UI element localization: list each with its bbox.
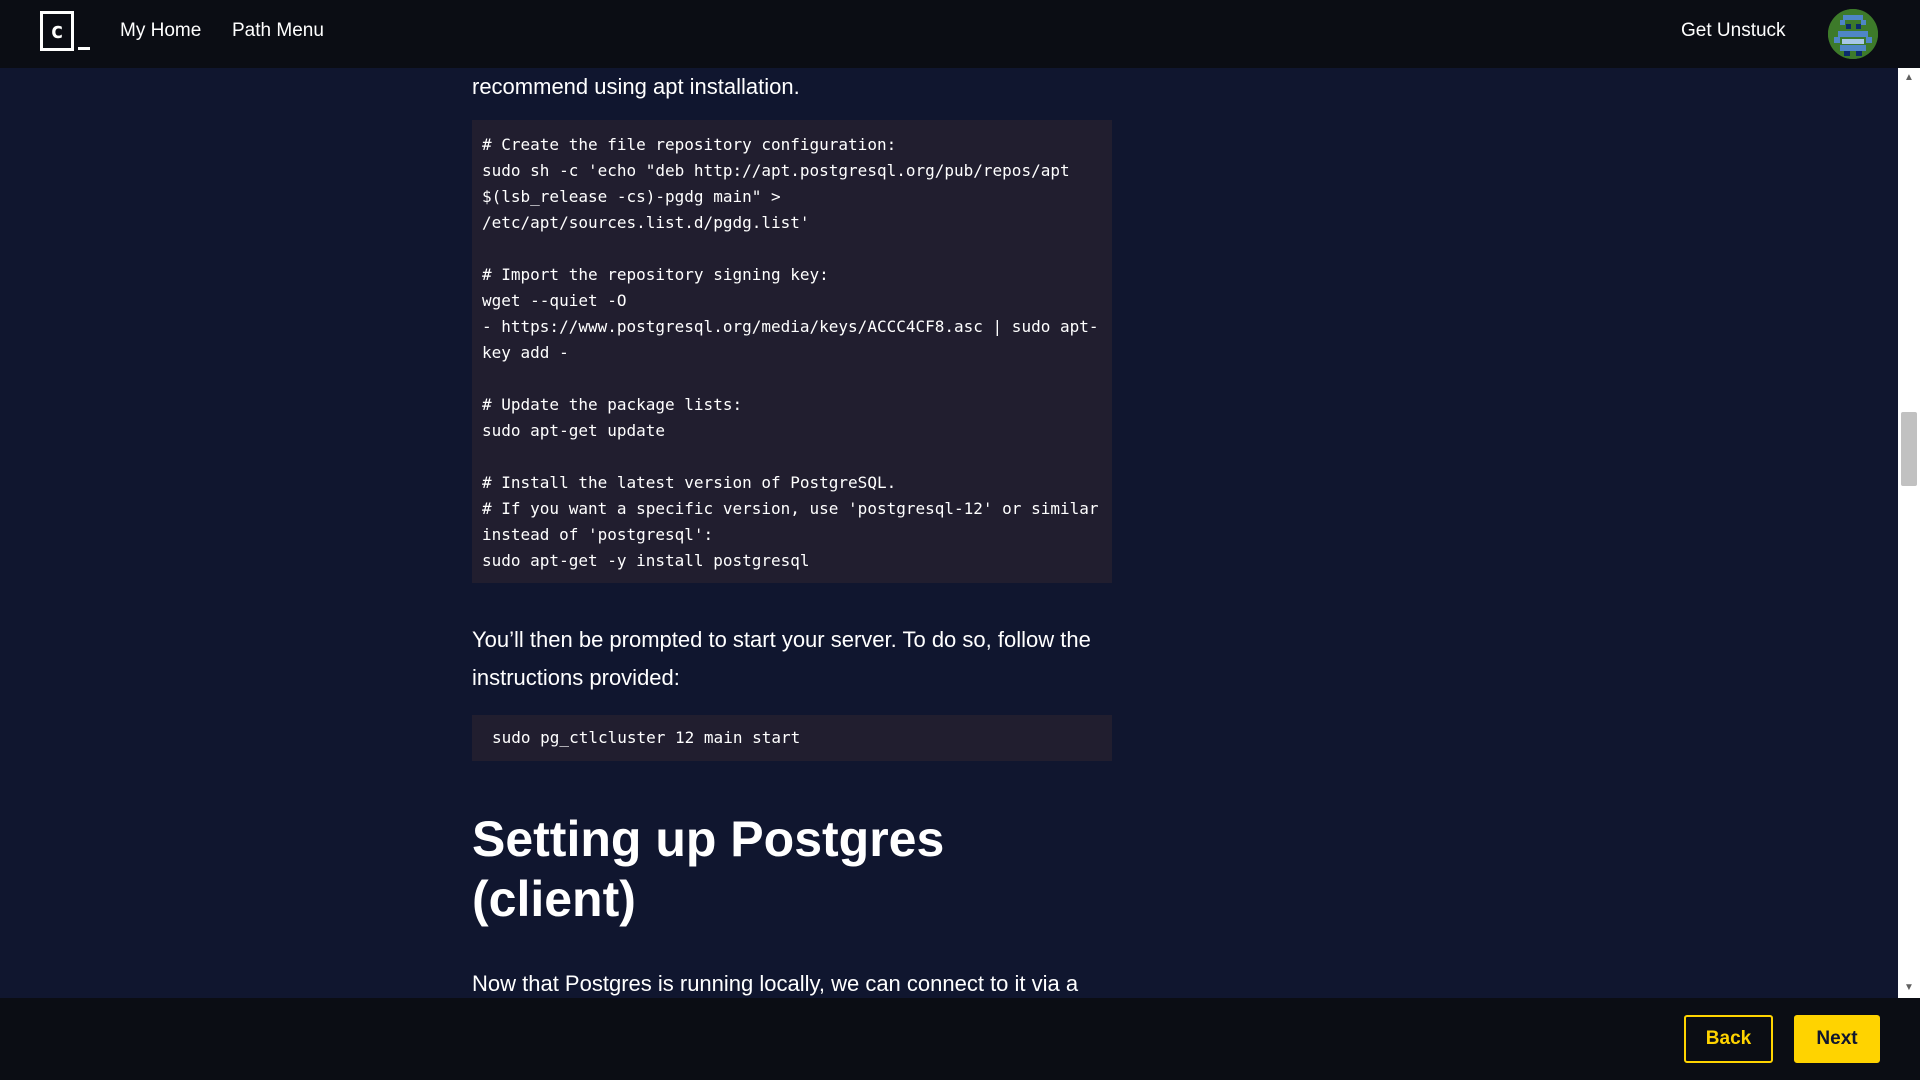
codecademy-logo[interactable]: c <box>40 11 92 51</box>
nav-path-menu[interactable]: Path Menu <box>232 20 324 42</box>
next-paragraph: Now that Postgres is running locally, we… <box>472 971 1079 996</box>
article-content: recommend using apt installation. # Crea… <box>472 68 1112 998</box>
nav-my-home[interactable]: My Home <box>120 20 201 42</box>
scroll-up-arrow-icon[interactable]: ▲ <box>1898 70 1920 86</box>
code-block-install[interactable]: # Create the file repository configurati… <box>472 120 1112 583</box>
top-navbar: c My Home Path Menu Get Unstuck <box>0 0 1920 68</box>
pixel-avatar-icon <box>1828 9 1878 59</box>
bottom-navigation-bar: Back Next <box>0 998 1920 1080</box>
article-scroll-area[interactable]: recommend using apt installation. # Crea… <box>0 68 1920 998</box>
nav-get-unstuck[interactable]: Get Unstuck <box>1681 20 1786 42</box>
logo-box: c <box>40 11 74 51</box>
logo-letter: c <box>50 18 64 44</box>
scroll-down-arrow-icon[interactable]: ▼ <box>1898 980 1920 996</box>
avatar[interactable] <box>1828 9 1878 59</box>
scroll-thumb[interactable] <box>1901 412 1917 486</box>
prompt-paragraph: You’ll then be prompted to start your se… <box>472 627 1091 690</box>
back-button[interactable]: Back <box>1684 1015 1773 1063</box>
section-heading: Setting up Postgres (client) <box>472 811 945 927</box>
next-button[interactable]: Next <box>1794 1015 1880 1063</box>
intro-paragraph-fragment: recommend using apt installation. <box>472 74 800 99</box>
code-block-start[interactable]: sudo pg_ctlcluster 12 main start <box>472 715 1112 761</box>
logo-cursor <box>78 47 90 50</box>
vertical-scrollbar[interactable]: ▲ ▼ <box>1898 68 1920 998</box>
